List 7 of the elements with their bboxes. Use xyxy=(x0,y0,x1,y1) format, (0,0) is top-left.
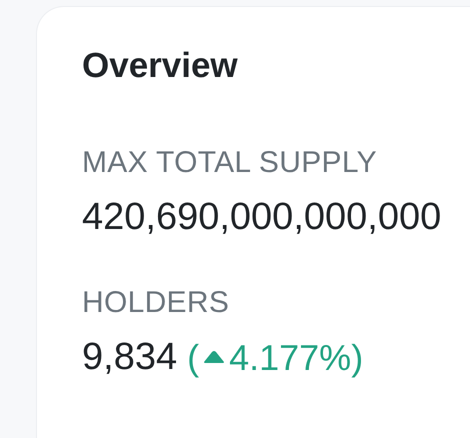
stat-value: 9,834 xyxy=(82,334,178,380)
caret-up-icon xyxy=(203,350,226,364)
change-percentage: ( 4.177%) xyxy=(187,336,364,379)
stat-label: HOLDERS xyxy=(82,284,230,321)
stat-value: 420,690,000,000,000 xyxy=(82,195,442,240)
stat-label: MAX TOTAL SUPPLY xyxy=(82,145,378,181)
card-title: Overview xyxy=(82,45,239,87)
